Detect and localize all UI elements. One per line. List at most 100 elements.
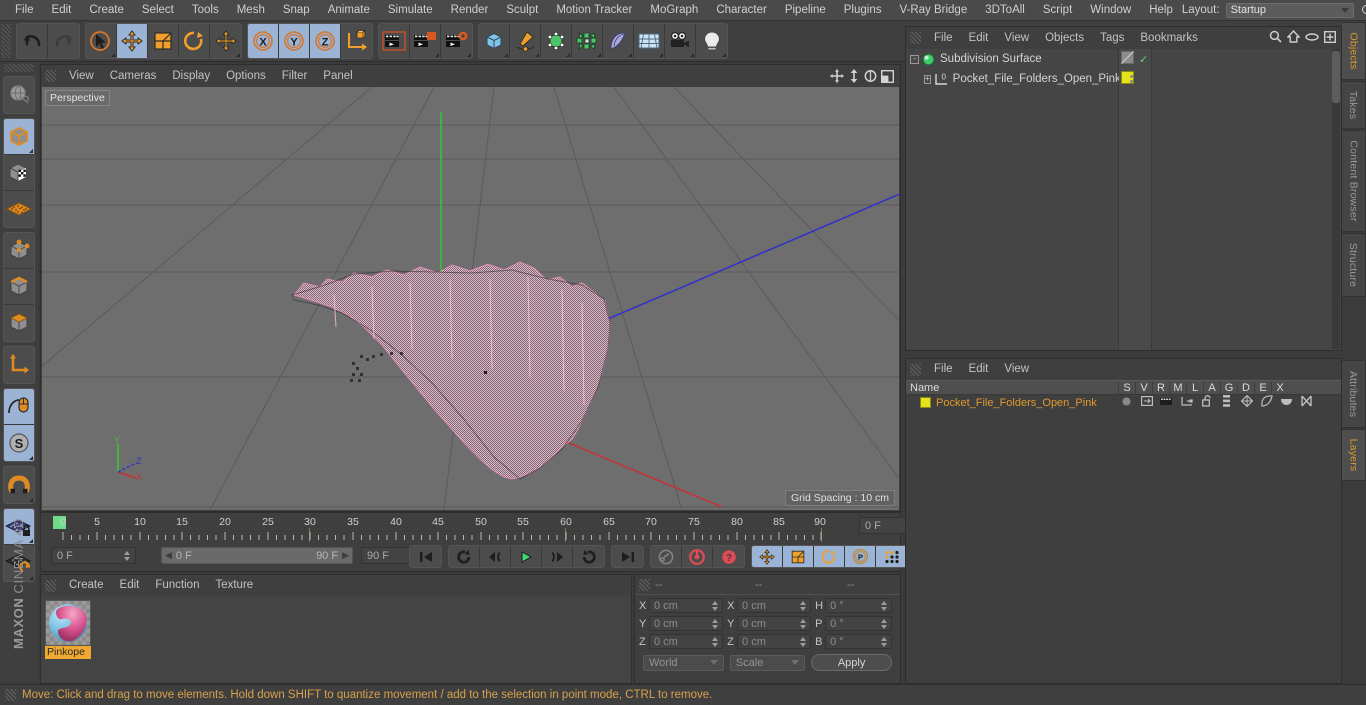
search-icon[interactable] — [1269, 30, 1282, 46]
play-button[interactable] — [511, 546, 542, 567]
material-menu-texture[interactable]: Texture — [207, 575, 261, 596]
magnet-button[interactable] — [4, 467, 34, 503]
model-mode-button[interactable] — [4, 119, 34, 155]
tab-content-browser[interactable]: Content Browser — [1342, 130, 1366, 232]
viewport-menu-display[interactable]: Display — [164, 65, 218, 87]
menu-window[interactable]: Window — [1081, 0, 1140, 21]
coordinate-system-dropdown[interactable]: World — [643, 654, 724, 671]
object-menu-edit[interactable]: Edit — [961, 27, 997, 49]
rotate-tool[interactable] — [179, 24, 210, 58]
viewport-menu-cameras[interactable]: Cameras — [102, 65, 165, 87]
menu-vray-bridge[interactable]: V-Ray Bridge — [890, 0, 976, 21]
scale-key-button[interactable] — [783, 546, 814, 567]
maximize-icon[interactable] — [880, 69, 895, 84]
coordinate-mode-dropdown[interactable]: Scale — [729, 654, 806, 671]
menu-sculpt[interactable]: Sculpt — [497, 0, 547, 21]
add-scene-button[interactable] — [603, 24, 634, 58]
move-extra-tool[interactable] — [210, 24, 241, 58]
xref-icon[interactable] — [1298, 395, 1315, 410]
rotation-key-button[interactable] — [814, 546, 845, 567]
render-view-button[interactable] — [379, 24, 410, 58]
rotate-icon[interactable] — [863, 69, 878, 84]
coord-rotation-h-input[interactable]: 0 ° — [825, 598, 892, 613]
layer-name-cell[interactable]: Pocket_File_Folders_Open_Pink — [906, 397, 1118, 409]
status-bar-grip[interactable] — [5, 689, 16, 701]
viewport-menu-panel[interactable]: Panel — [315, 65, 360, 87]
visibility-dots-icon[interactable] — [1130, 55, 1133, 63]
menu-simulate[interactable]: Simulate — [379, 0, 442, 21]
viewport-menu-options[interactable]: Options — [218, 65, 274, 87]
menu-create[interactable]: Create — [80, 0, 133, 21]
record-button[interactable] — [682, 546, 713, 567]
manager-icon[interactable] — [1178, 396, 1195, 410]
current-frame-stepper[interactable] — [124, 550, 130, 561]
scale-tool[interactable] — [148, 24, 179, 58]
object-manager-empty-area[interactable] — [1152, 49, 1341, 350]
visibility-dots-icon[interactable] — [1130, 75, 1133, 83]
render-region-button[interactable] — [410, 24, 441, 58]
coord-position-z-stepper[interactable] — [712, 636, 719, 647]
edges-mode-button[interactable] — [4, 269, 34, 305]
left-palette-grip[interactable] — [4, 64, 34, 72]
generators-icon[interactable] — [1238, 394, 1255, 410]
animation-icon[interactable] — [1218, 395, 1235, 410]
object-row-subdivision-surface[interactable]: - Subdivision Surface — [906, 49, 1118, 69]
undo-button[interactable] — [17, 24, 48, 58]
add-deformer-button[interactable] — [572, 24, 603, 58]
soft-selection-button[interactable]: S — [4, 425, 34, 461]
render-settings-button[interactable] — [441, 24, 472, 58]
scrub-right-arrow-icon[interactable]: ▶ — [342, 550, 349, 561]
move-tool[interactable] — [117, 24, 148, 58]
coord-size-z-stepper[interactable] — [800, 636, 807, 647]
render-icon[interactable] — [1158, 396, 1175, 409]
expander-icon[interactable]: + — [924, 74, 931, 84]
coord-size-z-input[interactable]: 0 cm — [737, 634, 812, 649]
tab-takes[interactable]: Takes — [1342, 81, 1366, 129]
material-grip[interactable] — [45, 579, 56, 592]
previous-frame-button[interactable] — [480, 546, 511, 567]
go-to-start-button[interactable] — [410, 546, 441, 567]
coord-rotation-p-input[interactable]: 0 ° — [825, 616, 892, 631]
object-menu-view[interactable]: View — [996, 27, 1037, 49]
object-menu-objects[interactable]: Objects — [1037, 27, 1092, 49]
coord-rotation-b-input[interactable]: 0 ° — [825, 634, 892, 649]
enable-axis-button[interactable] — [4, 347, 34, 383]
timeline-ruler[interactable]: 0 5 10 15 20 25 30 35 40 45 50 55 60 65 … — [41, 514, 853, 542]
go-to-end-button[interactable] — [612, 546, 643, 567]
tab-structure[interactable]: Structure — [1342, 233, 1366, 297]
autokeying-button[interactable] — [651, 546, 682, 567]
param-key-button[interactable]: P — [845, 546, 876, 567]
menu-render[interactable]: Render — [442, 0, 498, 21]
material-menu-create[interactable]: Create — [61, 575, 112, 596]
tab-objects[interactable]: Objects — [1342, 22, 1366, 80]
add-generator-button[interactable] — [541, 24, 572, 58]
home-icon[interactable] — [1286, 29, 1301, 46]
search-icon[interactable] — [1361, 3, 1366, 18]
apply-button[interactable]: Apply — [811, 654, 892, 671]
layout-dropdown[interactable]: Startup — [1225, 2, 1354, 18]
coord-position-x-stepper[interactable] — [712, 600, 719, 611]
menu-character[interactable]: Character — [707, 0, 776, 21]
coord-size-x-stepper[interactable] — [800, 600, 807, 611]
workplane-button[interactable] — [4, 389, 34, 425]
points-mode-button[interactable] — [4, 233, 34, 269]
layer-menu-file[interactable]: File — [926, 359, 961, 380]
lock-y-button[interactable]: Y — [279, 24, 310, 58]
visible-icon[interactable] — [1138, 396, 1155, 409]
position-key-button[interactable] — [752, 546, 783, 567]
menu-mograph[interactable]: MoGraph — [641, 0, 707, 21]
solo-dot-icon[interactable] — [1118, 397, 1135, 409]
uv-mesh-button[interactable] — [4, 191, 34, 227]
play-backwards-loop-button[interactable] — [449, 546, 480, 567]
add-spline-button[interactable] — [510, 24, 541, 58]
object-menu-tags[interactable]: Tags — [1092, 27, 1132, 49]
coord-rotation-h-stepper[interactable] — [881, 600, 887, 611]
coord-rotation-p-stepper[interactable] — [881, 618, 887, 629]
play-forwards-loop-button[interactable] — [573, 546, 604, 567]
add-cube-button[interactable] — [479, 24, 510, 58]
coordinates-grip[interactable] — [639, 578, 650, 591]
expander-icon[interactable]: - — [910, 54, 919, 64]
layer-color-swatch[interactable] — [920, 397, 931, 408]
material-name[interactable]: Pinkope — [45, 646, 91, 659]
plus-box-icon[interactable] — [1323, 30, 1337, 46]
